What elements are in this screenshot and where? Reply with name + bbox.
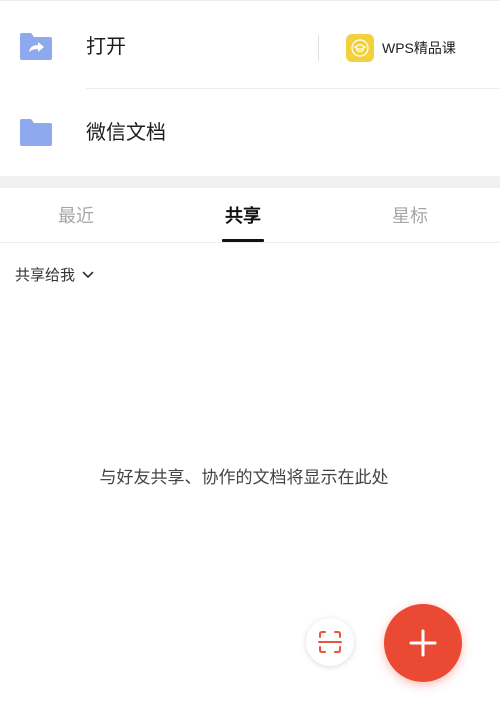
chevron-down-icon: [82, 271, 94, 278]
vertical-divider: [318, 35, 319, 61]
add-button[interactable]: [384, 604, 462, 682]
wps-course-label: WPS精品课: [382, 40, 456, 56]
wps-course-button[interactable]: WPS精品课: [346, 33, 456, 63]
open-label: 打开: [86, 34, 126, 58]
shared-filter-dropdown[interactable]: 共享给我: [15, 264, 95, 285]
wechat-docs-row[interactable]: 微信文档: [0, 88, 500, 176]
scan-icon: [318, 631, 342, 653]
open-row[interactable]: 打开 WPS精品课: [0, 2, 500, 90]
wechat-docs-label: 微信文档: [86, 120, 166, 144]
plus-icon: [409, 629, 437, 657]
app-screen: 打开 WPS精品课 微信文档 最近 共享 星标 共享给我 与好友共享、协作的文档…: [0, 0, 500, 709]
filter-label: 共享给我: [15, 266, 76, 284]
empty-state-message: 与好友共享、协作的文档将显示在此处: [99, 468, 389, 488]
section-separator: [0, 176, 500, 188]
tab-recent[interactable]: 最近: [16, 202, 136, 228]
tab-shared[interactable]: 共享: [183, 202, 303, 228]
folder-icon: [20, 119, 52, 146]
tab-starred[interactable]: 星标: [350, 202, 470, 228]
top-divider: [0, 0, 500, 1]
active-tab-indicator: [222, 239, 264, 242]
tab-bar: 最近 共享 星标: [0, 188, 500, 243]
graduation-cap-icon: [346, 34, 374, 62]
scan-button[interactable]: [306, 618, 354, 666]
folder-share-icon: [20, 33, 52, 60]
